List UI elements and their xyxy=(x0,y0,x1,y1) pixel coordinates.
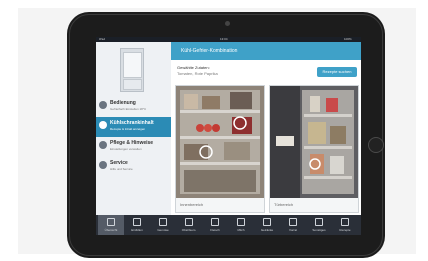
tab-4[interactable]: Obst/Gem. xyxy=(176,215,202,235)
clock: 13:04 xyxy=(220,37,228,41)
misc-icon xyxy=(315,218,323,226)
tab-7[interactable]: Getränke xyxy=(254,215,280,235)
service-icon xyxy=(99,161,107,169)
tab-label: Obst/Gem. xyxy=(181,228,197,232)
tab-2[interactable]: Einfüllen xyxy=(124,215,150,235)
fridge-interior-photo[interactable]: Innenbereich xyxy=(175,85,265,213)
tab-label: Getränke xyxy=(260,228,274,232)
overview-icon xyxy=(107,218,115,226)
tab-label: Gemüse xyxy=(157,228,169,232)
camera-icon xyxy=(225,21,230,26)
selected-ingredients: Tomaten, Rote Paprika xyxy=(177,71,218,76)
meat-icon xyxy=(211,218,219,226)
sidebar-item-subtitle: Rezepte & Inhalt anzeigen xyxy=(110,127,146,131)
sidebar-item-service[interactable]: Service Hilfe und Service xyxy=(96,157,171,177)
content-header: Kühl-Gefrier-Kombination xyxy=(171,42,361,60)
page-title: Kühl-Gefrier-Kombination xyxy=(181,48,238,54)
tab-label: Vorrat xyxy=(288,228,297,232)
sidebar-item-subtitle: Einstellungen verwalten xyxy=(110,147,142,151)
fridge-door-image xyxy=(270,86,358,198)
power-icon xyxy=(99,101,107,109)
drink-icon xyxy=(263,218,271,226)
main-content: Gewählte Zutaten: Tomaten, Rote Paprika … xyxy=(171,60,361,215)
care-icon xyxy=(99,141,107,149)
photo-caption-door: Türbereich xyxy=(270,198,358,212)
sidebar: Bedienung Gefrierfach Einstellen 18°C Kühl… xyxy=(96,42,171,215)
tab-8[interactable]: Vorrat xyxy=(280,215,306,235)
photo-caption-interior: Innenbereich xyxy=(176,198,264,212)
search-recipes-button[interactable]: Rezepte suchen xyxy=(317,67,357,77)
pantry-icon xyxy=(289,218,297,226)
tab-label: Rezepte xyxy=(339,228,351,232)
sidebar-item-title: Service xyxy=(110,160,128,166)
sidebar-item-title: Pflege & Hinweise xyxy=(110,140,154,146)
app-screen: iPad 13:04 100% Bedienung Gefrierfach Ein… xyxy=(96,37,361,235)
fruit-icon xyxy=(185,218,193,226)
tab-10[interactable]: Rezepte xyxy=(332,215,358,235)
tab-label: Fleisch xyxy=(210,228,220,232)
milk-icon xyxy=(237,218,245,226)
tab-label: Sonstiges xyxy=(312,228,326,232)
fill-icon xyxy=(133,218,141,226)
tab-label: Milch xyxy=(237,228,245,232)
vegetable-icon xyxy=(159,218,167,226)
sidebar-item-pflege-hinweise[interactable]: Pflege & Hinweise Einstellungen verwalten xyxy=(96,137,171,157)
sidebar-item-subtitle: Hilfe und Service xyxy=(110,167,133,171)
battery-label: 100% xyxy=(344,37,352,41)
sidebar-item-title: Kühlschrankinhalt xyxy=(110,120,154,126)
fridge-illustration xyxy=(120,48,144,92)
carrier-label: iPad xyxy=(99,37,106,41)
sidebar-item-bedienung[interactable]: Bedienung Gefrierfach Einstellen 18°C xyxy=(96,97,171,117)
tab-9[interactable]: Sonstiges xyxy=(306,215,332,235)
tab-3[interactable]: Gemüse xyxy=(150,215,176,235)
selection-label: Gewählte Zutaten: xyxy=(177,65,210,70)
sidebar-item-kühlschrankinhalt[interactable]: Kühlschrankinhalt Rezepte & Inhalt anzeig… xyxy=(96,117,171,137)
sidebar-item-subtitle: Gefrierfach Einstellen 18°C xyxy=(110,107,147,111)
fridge-icon xyxy=(99,121,107,129)
tab-6[interactable]: Milch xyxy=(228,215,254,235)
tab-label: Einfüllen xyxy=(131,228,143,232)
tab-1[interactable]: Übersicht xyxy=(98,215,124,235)
tab-label: Übersicht xyxy=(104,228,118,232)
fridge-interior-image xyxy=(176,86,264,198)
bottom-tab-bar: Übersicht Einfüllen Gemüse Obst/Gem. Fleisch… xyxy=(96,215,361,235)
sidebar-item-title: Bedienung xyxy=(110,100,136,106)
tab-5[interactable]: Fleisch xyxy=(202,215,228,235)
fridge-door-photo[interactable]: Türbereich xyxy=(269,85,359,213)
home-button[interactable] xyxy=(368,137,384,153)
recipe-icon xyxy=(341,218,349,226)
